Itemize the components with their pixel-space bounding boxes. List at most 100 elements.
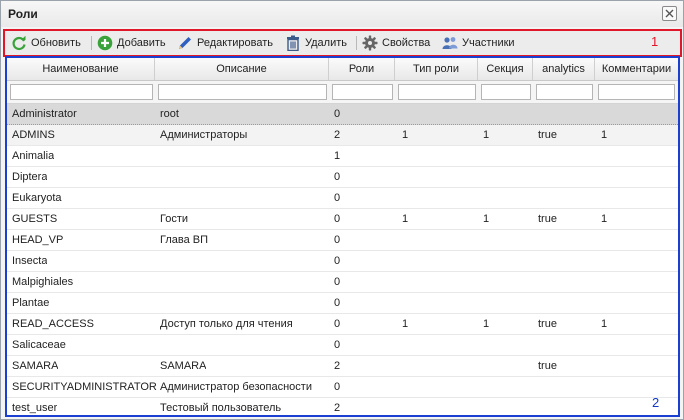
table-row[interactable]: HEAD_VP Глава ВП 0: [7, 230, 678, 251]
table-row[interactable]: Insecta 0: [7, 251, 678, 272]
cell-roles: 0: [334, 276, 341, 288]
cell-roles: 2: [334, 129, 341, 141]
roles-window: Роли Обновить Добавить Редактировать Уда…: [0, 0, 684, 420]
cell-analytics: true: [538, 360, 557, 372]
toolbar: Обновить Добавить Редактировать Удалить …: [3, 29, 682, 57]
cell-name: ADMINS: [12, 129, 55, 141]
filter-row: [7, 81, 678, 104]
window-title: Роли: [8, 7, 38, 21]
add-icon: [97, 35, 113, 51]
properties-label: Свойства: [382, 37, 431, 49]
gear-icon: [362, 35, 378, 51]
table-row[interactable]: SECURITYADMINISTRATOR Администратор безоп…: [7, 377, 678, 398]
column-header-comments[interactable]: Комментарии: [595, 58, 678, 80]
close-button[interactable]: [662, 6, 677, 21]
toolbar-callout-number: 1: [651, 34, 659, 49]
table-row[interactable]: ADMINS Администраторы 2 1 1 true 1: [7, 125, 678, 146]
trash-icon: [287, 35, 299, 51]
filter-input-role-type[interactable]: [398, 84, 476, 100]
cell-description: Глава ВП: [160, 234, 209, 246]
column-header-section[interactable]: Секция: [478, 58, 533, 80]
filter-input-analytics[interactable]: [536, 84, 593, 100]
refresh-label: Обновить: [31, 37, 81, 49]
cell-name: Insecta: [12, 255, 48, 267]
window-titlebar[interactable]: Роли: [1, 1, 683, 27]
table-row[interactable]: Administrator root 0: [7, 104, 678, 125]
cell-roles: 0: [334, 171, 341, 183]
filter-input-roles[interactable]: [332, 84, 393, 100]
table-row[interactable]: test_user Тестовый пользователь 2: [7, 398, 678, 415]
table-row[interactable]: GUESTS Гости 0 1 1 true 1: [7, 209, 678, 230]
properties-button[interactable]: Свойства: [362, 33, 430, 53]
delete-label: Удалить: [305, 37, 347, 49]
cell-name: SAMARA: [12, 360, 59, 372]
cell-roles: 0: [334, 213, 341, 225]
filter-input-section[interactable]: [481, 84, 531, 100]
cell-name: Plantae: [12, 297, 50, 309]
table-row[interactable]: Animalia 1: [7, 146, 678, 167]
cell-section: 1: [483, 129, 490, 141]
cell-roles: 0: [334, 192, 341, 204]
table-row[interactable]: Eukaryota 0: [7, 188, 678, 209]
table-row[interactable]: SAMARA SAMARA 2 true: [7, 356, 678, 377]
column-header-roles[interactable]: Роли: [329, 58, 395, 80]
cell-description: Гости: [160, 213, 189, 225]
cell-roles: 0: [334, 234, 341, 246]
column-header-analytics[interactable]: analytics: [533, 58, 595, 80]
cell-name: Malpighiales: [12, 276, 74, 288]
cell-name: READ_ACCESS: [12, 318, 94, 330]
cell-comments: 1: [601, 129, 608, 141]
cell-roles: 0: [334, 339, 341, 351]
table-row[interactable]: Diptera 0: [7, 167, 678, 188]
filter-input-description[interactable]: [158, 84, 327, 100]
cell-roles: 2: [334, 402, 341, 414]
delete-button[interactable]: Удалить: [285, 33, 347, 53]
toolbar-separator: [91, 36, 92, 50]
grid-header: Наименование Описание Роли Тип роли Секц…: [7, 58, 678, 81]
refresh-icon: [12, 35, 26, 51]
add-button[interactable]: Добавить: [97, 33, 166, 53]
cell-description: Администраторы: [160, 129, 248, 141]
refresh-button[interactable]: Обновить: [11, 33, 81, 53]
cell-description: Тестовый пользователь: [160, 402, 282, 414]
column-header-name[interactable]: Наименование: [7, 58, 155, 80]
cell-roles: 1: [334, 150, 341, 162]
filter-input-comments[interactable]: [598, 84, 675, 100]
cell-roles: 2: [334, 360, 341, 372]
members-button[interactable]: Участники: [442, 33, 515, 53]
members-label: Участники: [462, 37, 515, 49]
cell-roles: 0: [334, 318, 341, 330]
cell-name: Administrator: [12, 108, 77, 120]
roles-grid: Наименование Описание Роли Тип роли Секц…: [5, 56, 680, 417]
cell-name: SECURITYADMINISTRATOR: [12, 381, 157, 393]
filter-input-name[interactable]: [10, 84, 153, 100]
cell-name: Animalia: [12, 150, 55, 162]
table-row[interactable]: Malpighiales 0: [7, 272, 678, 293]
cell-role-type: 1: [402, 213, 409, 225]
cell-description: Доступ только для чтения: [160, 318, 293, 330]
table-row[interactable]: Salicaceae 0: [7, 335, 678, 356]
cell-section: 1: [483, 318, 490, 330]
column-header-description[interactable]: Описание: [155, 58, 329, 80]
toolbar-separator: [356, 36, 357, 50]
cell-role-type: 1: [402, 318, 409, 330]
add-label: Добавить: [117, 37, 166, 49]
table-row[interactable]: Plantae 0: [7, 293, 678, 314]
edit-label: Редактировать: [197, 37, 273, 49]
column-header-role-type[interactable]: Тип роли: [395, 58, 478, 80]
cell-roles: 0: [334, 108, 341, 120]
cell-name: test_user: [12, 402, 58, 414]
cell-description: SAMARA: [160, 360, 207, 372]
users-icon: [442, 37, 458, 49]
cell-description: Администратор безопасности: [160, 381, 312, 393]
cell-roles: 0: [334, 297, 341, 309]
cell-name: Salicaceae: [12, 339, 66, 351]
cell-analytics: true: [538, 213, 557, 225]
cell-roles: 0: [334, 381, 341, 393]
cell-name: Eukaryota: [12, 192, 62, 204]
edit-button[interactable]: Редактировать: [177, 33, 273, 53]
table-row[interactable]: READ_ACCESS Доступ только для чтения 0 1 1 tr…: [7, 314, 678, 335]
cell-name: GUESTS: [12, 213, 58, 225]
cell-name: Diptera: [12, 171, 48, 183]
cell-analytics: true: [538, 318, 557, 330]
